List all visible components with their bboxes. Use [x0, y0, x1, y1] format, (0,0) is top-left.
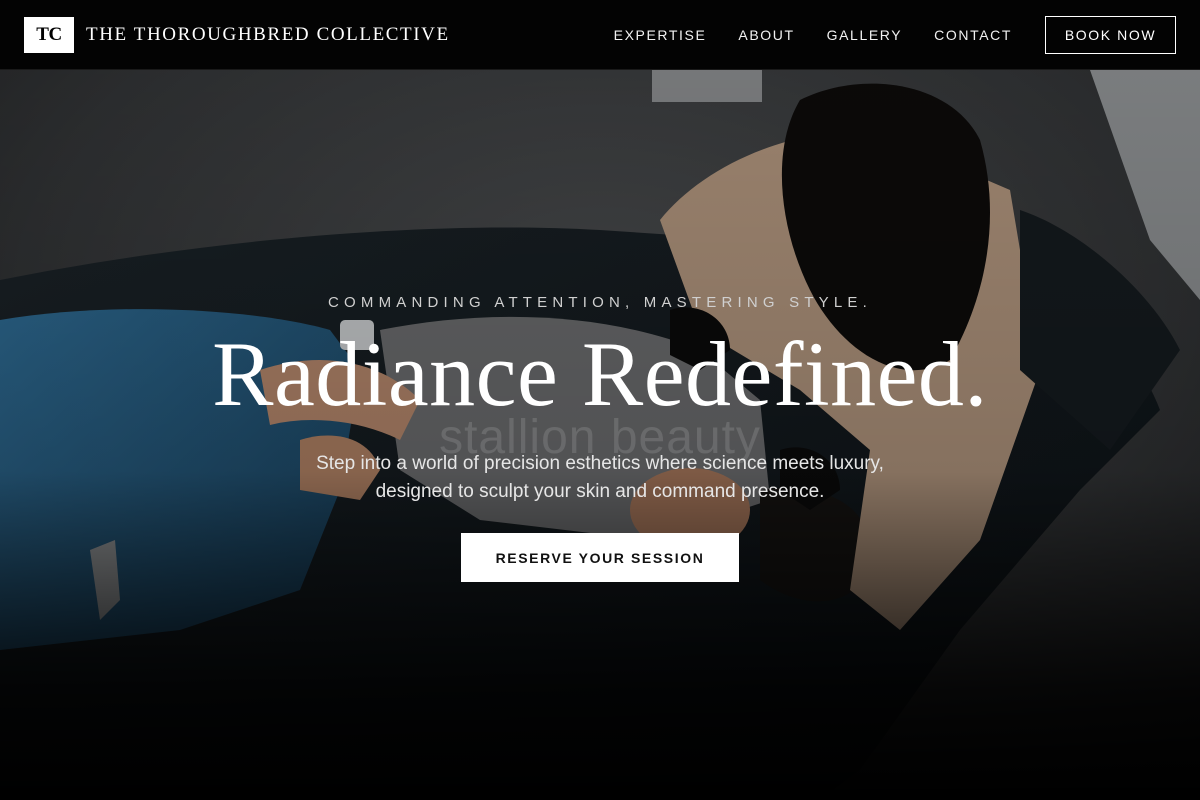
reserve-session-button[interactable]: RESERVE YOUR SESSION: [461, 533, 739, 582]
nav-link-expertise[interactable]: EXPERTISE: [614, 27, 707, 43]
nav-link-gallery[interactable]: GALLERY: [827, 27, 903, 43]
hero-subtext-line-1: Step into a world of precision esthetics…: [316, 453, 884, 474]
nav-links: EXPERTISE ABOUT GALLERY CONTACT BOOK NOW: [582, 15, 1176, 54]
top-nav: TC THE THOROUGHBRED COLLECTIVE EXPERTISE…: [0, 0, 1200, 70]
book-now-button[interactable]: BOOK NOW: [1045, 15, 1176, 54]
hero-subtext: Step into a world of precision esthetics…: [250, 450, 950, 506]
nav-link-about[interactable]: ABOUT: [738, 27, 794, 43]
hero-tagline: COMMANDING ATTENTION, MASTERING STYLE.: [327, 294, 872, 311]
hero-content: COMMANDING ATTENTION, MASTERING STYLE. s…: [0, 70, 1200, 800]
brand-name[interactable]: THE THOROUGHBRED COLLECTIVE: [86, 24, 450, 46]
hero-headline: Radiance Redefined.: [212, 323, 988, 425]
logo-mark[interactable]: TC: [24, 16, 74, 53]
hero-subtext-line-2: designed to sculpt your skin and command…: [375, 481, 825, 502]
hero-section: COMMANDING ATTENTION, MASTERING STYLE. s…: [0, 70, 1200, 800]
nav-link-contact[interactable]: CONTACT: [934, 27, 1012, 43]
